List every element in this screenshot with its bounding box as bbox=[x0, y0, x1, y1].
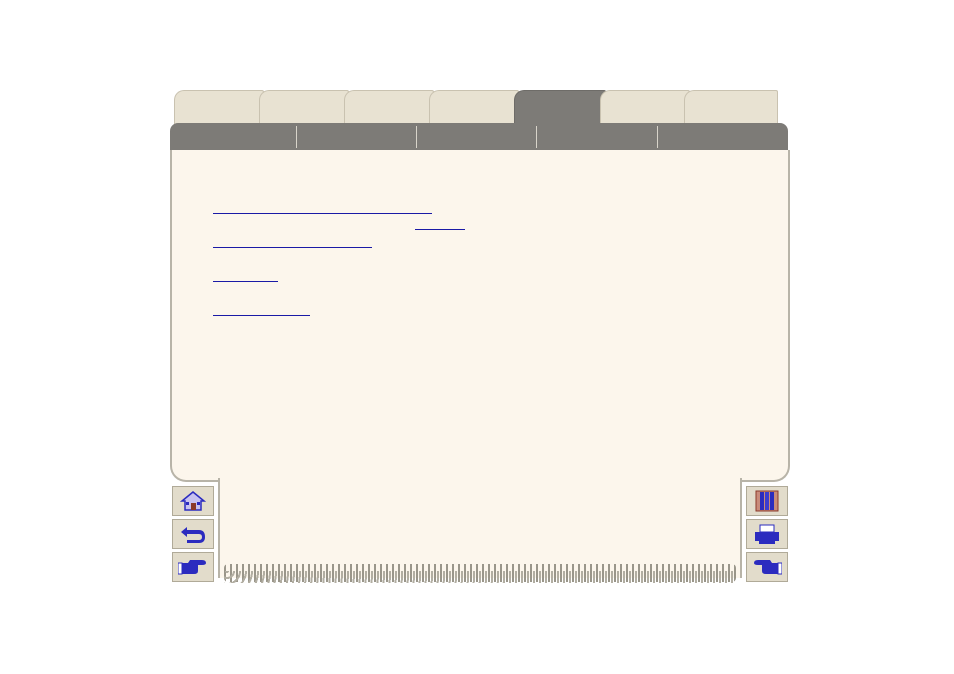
tab-7[interactable] bbox=[684, 90, 778, 127]
print-button[interactable] bbox=[746, 519, 788, 549]
spiral-binding-loops bbox=[224, 571, 736, 583]
section-header-bar bbox=[170, 123, 788, 151]
section-divider bbox=[657, 126, 658, 148]
contents-button[interactable] bbox=[746, 486, 788, 516]
next-page-icon bbox=[178, 560, 206, 575]
link-3[interactable] bbox=[213, 234, 372, 248]
tab-1[interactable] bbox=[174, 90, 264, 127]
link-1[interactable] bbox=[213, 200, 432, 214]
link-5[interactable] bbox=[213, 302, 310, 316]
link-2[interactable] bbox=[415, 216, 465, 230]
section-divider bbox=[416, 126, 417, 148]
back-button[interactable] bbox=[172, 519, 214, 549]
tab-2[interactable] bbox=[259, 90, 349, 127]
section-divider bbox=[536, 126, 537, 148]
tab-3[interactable] bbox=[344, 90, 434, 127]
section-divider bbox=[296, 126, 297, 148]
home-icon bbox=[180, 491, 206, 511]
tab-4[interactable] bbox=[429, 90, 519, 127]
home-button[interactable] bbox=[172, 486, 214, 516]
content-page-lower bbox=[218, 478, 742, 578]
back-icon bbox=[181, 527, 205, 543]
next-page-button[interactable] bbox=[172, 552, 214, 582]
previous-page-icon bbox=[754, 560, 782, 575]
contents-icon bbox=[755, 490, 779, 512]
tab-6[interactable] bbox=[600, 90, 690, 127]
print-icon bbox=[755, 524, 779, 544]
previous-page-button[interactable] bbox=[746, 552, 788, 582]
link-4[interactable] bbox=[213, 268, 278, 282]
